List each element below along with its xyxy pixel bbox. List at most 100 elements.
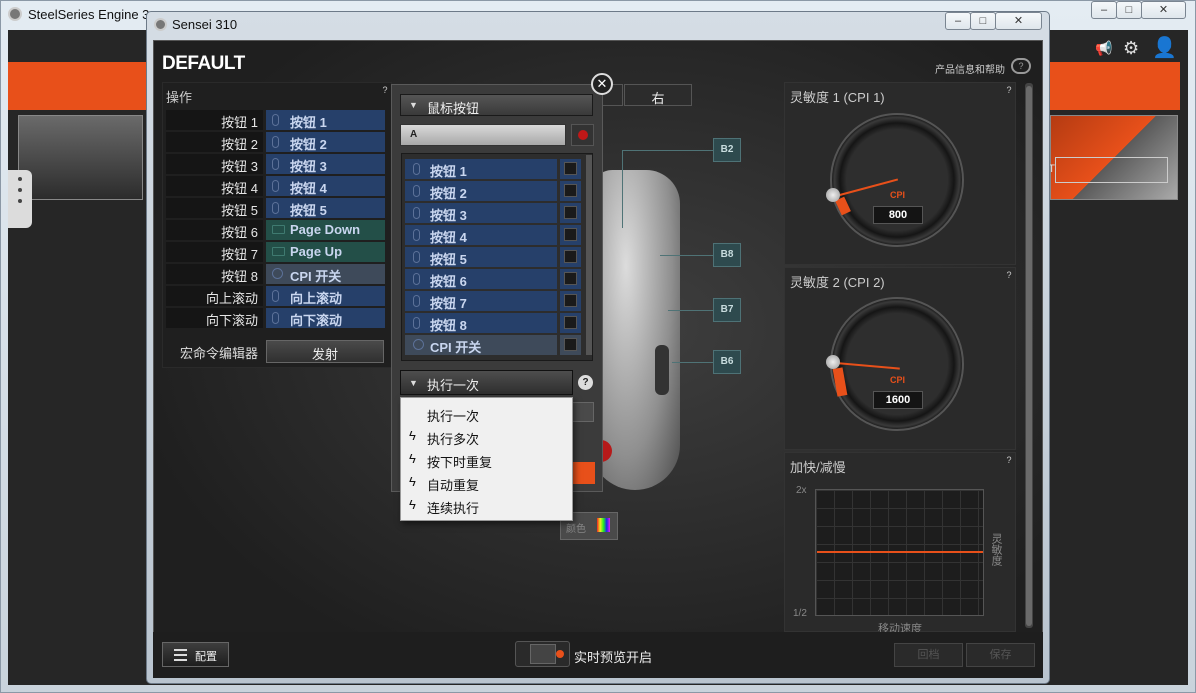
marker-b6[interactable]: B6 bbox=[713, 350, 741, 374]
key-input[interactable]: A bbox=[400, 124, 566, 146]
cpi1-value[interactable]: 800 bbox=[873, 206, 923, 224]
outer-window-title: SteelSeries Engine 3 bbox=[28, 7, 150, 22]
live-preview-toggle[interactable] bbox=[515, 641, 570, 667]
inner-minimize-button[interactable]: – bbox=[945, 12, 971, 30]
cpi2-unit: CPI bbox=[890, 375, 906, 385]
apply-button[interactable] bbox=[572, 462, 595, 484]
menu-item[interactable]: ϟ 按下时重复 bbox=[407, 450, 567, 470]
gauge-knob[interactable] bbox=[826, 355, 840, 369]
list-checkbox[interactable] bbox=[560, 313, 581, 333]
list-checkbox[interactable] bbox=[560, 203, 581, 223]
keyboard-icon bbox=[272, 247, 285, 256]
action-row[interactable]: 按钮 5 按钮 5 bbox=[166, 198, 386, 218]
action-row[interactable]: 按钮 8 CPI 开关 bbox=[166, 264, 386, 284]
action-row[interactable]: 按钮 4 按钮 4 bbox=[166, 176, 386, 196]
action-row[interactable]: 按钮 3 按钮 3 bbox=[166, 154, 386, 174]
help-icon[interactable]: ? bbox=[1004, 85, 1014, 95]
list-checkbox[interactable] bbox=[560, 159, 581, 179]
action-value[interactable]: 向下滚动 bbox=[266, 308, 385, 328]
help-link[interactable]: 产品信息和帮助 bbox=[935, 61, 1005, 76]
fire-button[interactable]: 发射 bbox=[266, 340, 384, 363]
action-value[interactable]: CPI 开关 bbox=[266, 264, 385, 284]
list-checkbox[interactable] bbox=[560, 247, 581, 267]
list-checkbox[interactable] bbox=[560, 335, 581, 355]
action-value[interactable]: Page Up bbox=[266, 242, 385, 262]
menu-item[interactable]: 执行一次 bbox=[407, 404, 567, 424]
action-value[interactable]: 向上滚动 bbox=[266, 286, 385, 306]
inner-close-button[interactable]: ✕ bbox=[995, 12, 1042, 30]
mode-dropdown[interactable]: ▼ 执行一次 bbox=[400, 370, 573, 395]
cpi-icon bbox=[413, 339, 424, 350]
accel-curve[interactable] bbox=[817, 551, 983, 553]
action-value[interactable]: 按钮 1 bbox=[266, 110, 385, 130]
device-thumbnail[interactable] bbox=[18, 115, 143, 200]
list-item[interactable]: CPI 开关 bbox=[405, 335, 557, 355]
menu-item[interactable]: ϟ 执行多次 bbox=[407, 427, 567, 447]
action-value[interactable]: 按钮 4 bbox=[266, 176, 385, 196]
action-value[interactable]: 按钮 5 bbox=[266, 198, 385, 218]
config-button[interactable]: 配置 bbox=[162, 642, 229, 667]
list-item[interactable]: 按钮 6 bbox=[405, 269, 557, 289]
action-value[interactable]: 按钮 3 bbox=[266, 154, 385, 174]
gear-icon[interactable]: ⚙ bbox=[1123, 38, 1139, 59]
maximize-button[interactable]: □ bbox=[1116, 1, 1142, 19]
action-row[interactable]: 按钮 6 Page Down bbox=[166, 220, 386, 240]
close-icon[interactable]: ✕ bbox=[591, 73, 613, 95]
action-value[interactable]: 按钮 2 bbox=[266, 132, 385, 152]
cpi2-value[interactable]: 1600 bbox=[873, 391, 923, 409]
list-item[interactable]: 按钮 8 bbox=[405, 313, 557, 333]
color-swatch-icon bbox=[597, 518, 610, 532]
cpi2-title: 灵敏度 2 (CPI 2) bbox=[790, 275, 885, 290]
list-scrollbar[interactable] bbox=[586, 155, 592, 355]
device-tab-highlight[interactable] bbox=[8, 62, 148, 110]
tab-right[interactable]: 右 bbox=[624, 84, 692, 106]
right-scrollbar[interactable] bbox=[1025, 83, 1033, 628]
accel-title: 加快/减慢 bbox=[790, 460, 846, 475]
help-icon[interactable]: ? bbox=[380, 85, 390, 95]
list-item[interactable]: 按钮 5 bbox=[405, 247, 557, 267]
mouse-icon bbox=[272, 158, 279, 170]
record-button[interactable] bbox=[571, 124, 594, 146]
menu-item[interactable]: ϟ 自动重复 bbox=[407, 473, 567, 493]
gauge-knob[interactable] bbox=[826, 188, 840, 202]
revert-button[interactable]: 回档 bbox=[894, 643, 963, 667]
action-row[interactable]: 按钮 2 按钮 2 bbox=[166, 132, 386, 152]
list-item[interactable]: 按钮 7 bbox=[405, 291, 557, 311]
action-row[interactable]: 向上滚动 向上滚动 bbox=[166, 286, 386, 306]
accel-right-label: 灵敏度 bbox=[990, 533, 1002, 566]
megaphone-icon[interactable]: 📢 bbox=[1095, 40, 1112, 57]
marker-b2[interactable]: B2 bbox=[713, 138, 741, 162]
action-value[interactable]: Page Down bbox=[266, 220, 385, 240]
close-button[interactable]: ✕ bbox=[1141, 1, 1186, 19]
chat-help-icon[interactable]: ? bbox=[1011, 58, 1031, 74]
list-checkbox[interactable] bbox=[560, 181, 581, 201]
list-checkbox[interactable] bbox=[560, 269, 581, 289]
count-field[interactable] bbox=[572, 402, 594, 422]
marker-b7[interactable]: B7 bbox=[713, 298, 741, 322]
category-dropdown[interactable]: ▼ 鼠标按钮 bbox=[400, 94, 593, 116]
action-label: 按钮 5 bbox=[166, 198, 263, 218]
list-item[interactable]: 按钮 2 bbox=[405, 181, 557, 201]
marker-b8[interactable]: B8 bbox=[713, 243, 741, 267]
mouse-icon bbox=[413, 207, 420, 219]
mouse-icon bbox=[413, 317, 420, 329]
help-icon[interactable]: ? bbox=[1004, 270, 1014, 280]
list-checkbox[interactable] bbox=[560, 225, 581, 245]
help-icon[interactable]: ? bbox=[578, 375, 593, 390]
action-row[interactable]: 按钮 7 Page Up bbox=[166, 242, 386, 262]
user-icon[interactable]: 👤 bbox=[1152, 35, 1177, 60]
list-item[interactable]: 按钮 1 bbox=[405, 159, 557, 179]
inner-maximize-button[interactable]: □ bbox=[970, 12, 996, 30]
list-item[interactable]: 按钮 3 bbox=[405, 203, 557, 223]
menu-item[interactable]: ϟ 连续执行 bbox=[407, 496, 567, 516]
help-icon[interactable]: ? bbox=[1004, 455, 1014, 465]
action-row[interactable]: 向下滚动 向下滚动 bbox=[166, 308, 386, 328]
action-row[interactable]: 按钮 1 按钮 1 bbox=[166, 110, 386, 130]
minimize-button[interactable]: – bbox=[1091, 1, 1117, 19]
side-drawer-handle[interactable] bbox=[8, 170, 32, 228]
connector-line bbox=[668, 310, 713, 311]
mouse-icon bbox=[413, 251, 420, 263]
list-item[interactable]: 按钮 4 bbox=[405, 225, 557, 245]
list-checkbox[interactable] bbox=[560, 291, 581, 311]
save-button[interactable]: 保存 bbox=[966, 643, 1035, 667]
